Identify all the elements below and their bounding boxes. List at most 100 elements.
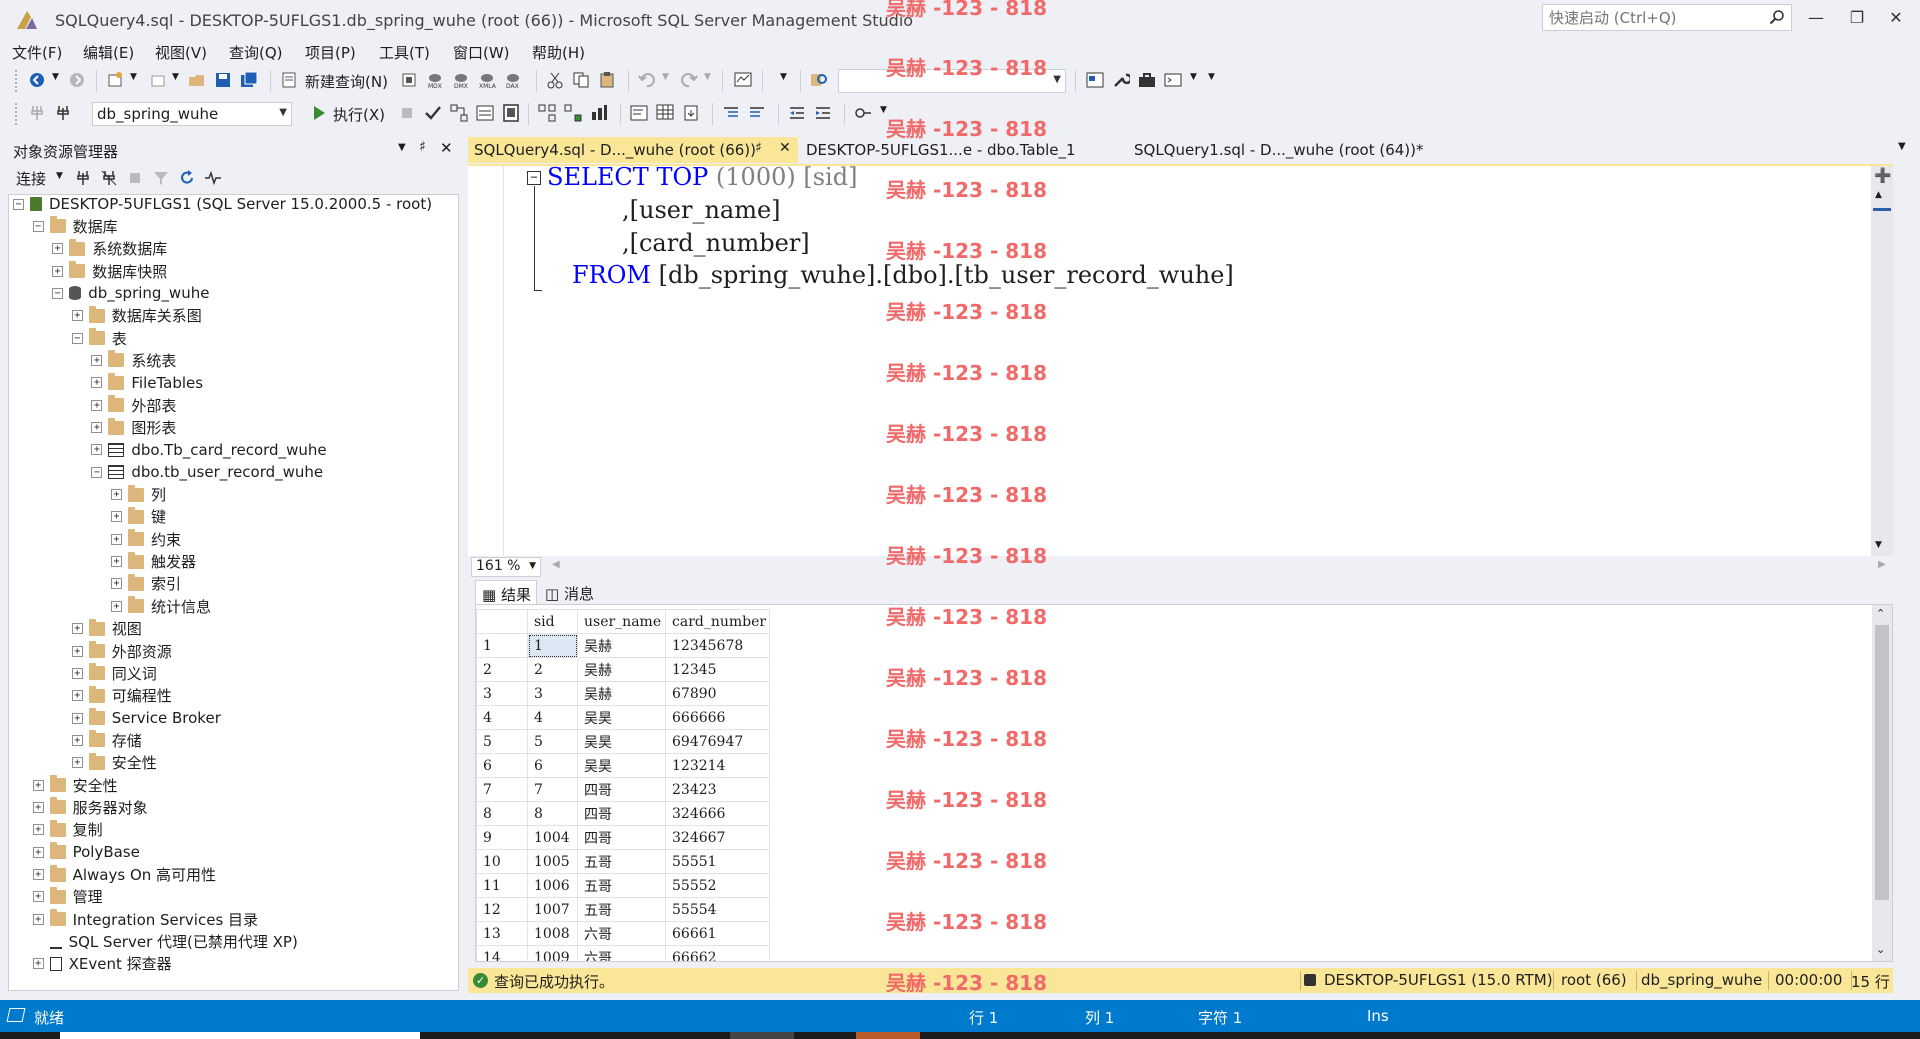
taskbar-item[interactable] xyxy=(856,1032,920,1039)
available-databases-combo[interactable]: db_spring_wuhe ▼ xyxy=(92,102,292,126)
tree-node[interactable]: + 管理 xyxy=(32,886,103,908)
menu-help[interactable]: 帮助(H) xyxy=(532,42,585,63)
expand-icon[interactable]: + xyxy=(71,757,83,769)
toolbar-overflow-icon[interactable]: ▼ xyxy=(1208,72,1215,82)
scroll-up-icon[interactable]: ▲ xyxy=(1875,190,1882,200)
collapse-icon[interactable]: − xyxy=(32,220,44,232)
display-estimated-plan-icon[interactable] xyxy=(450,104,468,122)
cell-user-name[interactable]: 六哥 xyxy=(577,945,666,961)
cell-card-number[interactable]: 123214 xyxy=(665,753,770,778)
results-to-text-icon[interactable] xyxy=(630,104,648,122)
chevron-down-icon[interactable]: ▼ xyxy=(529,561,536,571)
change-connection-icon[interactable] xyxy=(54,104,72,122)
new-dropdown-icon[interactable]: ▼ xyxy=(130,72,137,82)
cell-sid[interactable]: 6 xyxy=(527,753,578,778)
expand-icon[interactable]: + xyxy=(111,511,122,523)
expand-icon[interactable]: + xyxy=(111,578,122,590)
save-icon[interactable] xyxy=(214,71,232,89)
tree-node[interactable]: + 视图 xyxy=(71,618,142,640)
cell-user-name[interactable]: 四哥 xyxy=(577,777,666,802)
expand-icon[interactable]: + xyxy=(111,600,122,612)
expand-icon[interactable]: + xyxy=(91,422,103,433)
tree-node[interactable]: + 触发器 xyxy=(111,551,196,573)
cell-card-number[interactable]: 324666 xyxy=(665,801,770,826)
tree-node[interactable]: + 复制 xyxy=(32,819,103,841)
tree-node[interactable]: − dbo.tb_user_record_wuhe xyxy=(91,461,323,483)
row-number[interactable]: 4 xyxy=(476,705,528,730)
execute-icon[interactable] xyxy=(310,104,328,122)
tab-messages[interactable]: ◫ 消息 xyxy=(539,580,601,604)
tree-node[interactable]: + 约束 xyxy=(111,528,181,550)
expand-icon[interactable]: + xyxy=(71,690,83,702)
cell-user-name[interactable]: 五哥 xyxy=(577,897,666,922)
toolbar-options-dropdown-icon[interactable]: ▼ xyxy=(1190,72,1197,82)
taskbar-item[interactable] xyxy=(60,1032,420,1039)
cell-card-number[interactable]: 69476947 xyxy=(665,729,770,754)
tree-node[interactable]: + 同义词 xyxy=(71,662,157,684)
scroll-left-icon[interactable]: ◀ xyxy=(552,559,560,570)
expand-icon[interactable]: + xyxy=(91,444,103,456)
command-window-icon[interactable] xyxy=(1164,71,1182,89)
cell-sid[interactable]: 1 xyxy=(527,633,578,658)
cell-card-number[interactable]: 666666 xyxy=(665,705,770,730)
redo-dropdown-icon[interactable]: ▼ xyxy=(704,72,711,82)
menu-tools[interactable]: 工具(T) xyxy=(379,42,430,63)
cell-sid[interactable]: 2 xyxy=(527,657,578,682)
row-number[interactable]: 1 xyxy=(476,633,528,658)
collapse-region-icon[interactable]: − xyxy=(527,171,541,185)
cell-user-name[interactable]: 吴赫 xyxy=(577,681,666,706)
results-vertical-scrollbar[interactable]: ⌃ ⌄ xyxy=(1872,605,1892,961)
tree-node[interactable]: + Always On 高可用性 xyxy=(32,864,216,886)
cell-user-name[interactable]: 吴昊 xyxy=(577,705,666,730)
quick-launch-input[interactable] xyxy=(1543,5,1753,30)
scroll-track[interactable] xyxy=(1875,206,1889,536)
toolbar2-overflow-icon[interactable]: ▼ xyxy=(880,105,887,115)
tab-table-designer[interactable]: DESKTOP-5UFLGS1...e - dbo.Table_1 xyxy=(800,137,1082,163)
back-dropdown-icon[interactable]: ▼ xyxy=(52,72,59,82)
tree-node[interactable]: + PolyBase xyxy=(32,841,140,863)
tab-results[interactable]: ▦ 结果 xyxy=(475,580,537,604)
back-icon[interactable] xyxy=(28,71,46,89)
paste-icon[interactable] xyxy=(598,71,616,89)
menu-file[interactable]: 文件(F) xyxy=(12,42,62,63)
cell-card-number[interactable]: 55554 xyxy=(665,897,770,922)
collapse-icon[interactable]: − xyxy=(91,466,103,478)
expand-icon[interactable]: + xyxy=(32,869,44,880)
cell-sid[interactable]: 3 xyxy=(527,681,578,706)
cell-sid[interactable]: 1005 xyxy=(527,849,578,874)
tab-sqlquery1[interactable]: SQLQuery1.sql - D..._wuhe (root (64))* xyxy=(1128,137,1430,163)
cell-user-name[interactable]: 五哥 xyxy=(577,849,666,874)
mdx-query-icon[interactable]: MDX xyxy=(426,71,444,89)
cancel-query-icon[interactable] xyxy=(398,104,416,122)
undo-icon[interactable] xyxy=(638,71,656,89)
cell-user-name[interactable]: 吴昊 xyxy=(577,729,666,754)
cell-sid[interactable]: 4 xyxy=(527,705,578,730)
template-explorer-icon[interactable] xyxy=(1086,71,1104,89)
tree-node[interactable]: + 索引 xyxy=(111,573,181,595)
editor-vertical-scrollbar[interactable]: ➕ ▲ ▼ xyxy=(1871,166,1893,558)
tree-node[interactable]: + FileTables xyxy=(91,372,203,394)
row-number[interactable]: 12 xyxy=(476,897,528,922)
tree-node[interactable]: − db_spring_wuhe xyxy=(52,282,209,304)
cell-user-name[interactable]: 吴昊 xyxy=(577,753,666,778)
new-query-button[interactable]: 新建查询(N) xyxy=(305,71,388,92)
expand-icon[interactable]: + xyxy=(111,489,122,501)
expand-icon[interactable]: + xyxy=(71,667,83,679)
redo-icon[interactable] xyxy=(680,71,698,89)
disconnect-icon[interactable] xyxy=(100,169,118,187)
cell-card-number[interactable]: 12345 xyxy=(665,657,770,682)
activity-pulse-icon[interactable] xyxy=(204,169,222,187)
tree-node[interactable]: + 可编程性 xyxy=(71,685,172,707)
cell-user-name[interactable]: 吴赫 xyxy=(577,633,666,658)
tree-node[interactable]: + 存储 xyxy=(71,729,142,751)
cell-sid[interactable]: 1004 xyxy=(527,825,578,850)
row-number[interactable]: 3 xyxy=(476,681,528,706)
menu-project[interactable]: 项目(P) xyxy=(305,42,356,63)
scroll-down-icon[interactable]: ▼ xyxy=(1875,540,1882,550)
chevron-down-icon[interactable]: ▼ xyxy=(1053,74,1061,85)
results-to-grid-icon[interactable] xyxy=(656,103,674,121)
tree-node[interactable]: + 外部表 xyxy=(91,394,176,416)
connect-plug-icon[interactable] xyxy=(28,104,46,122)
cell-sid[interactable]: 1007 xyxy=(527,897,578,922)
find-combo[interactable]: ▼ xyxy=(838,69,1066,93)
